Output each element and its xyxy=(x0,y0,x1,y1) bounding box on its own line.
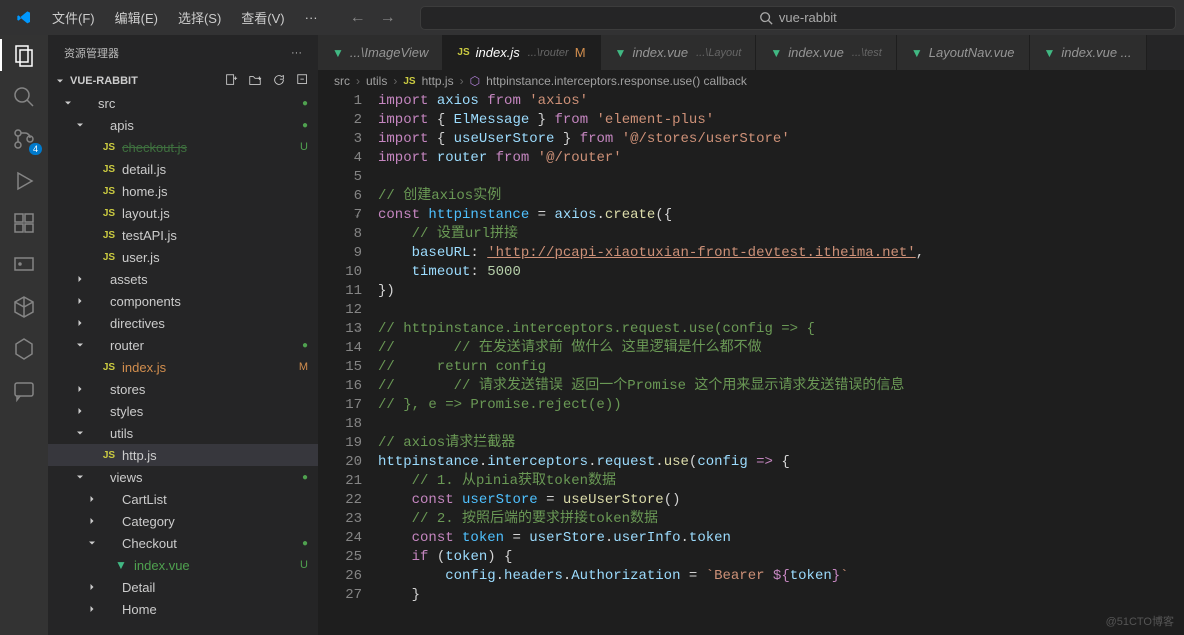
new-folder-icon[interactable] xyxy=(248,73,262,90)
folder-row[interactable]: Home xyxy=(48,598,318,620)
file-row[interactable]: JShome.js xyxy=(48,180,318,202)
bc-symbol[interactable]: httpinstance.interceptors.response.use()… xyxy=(486,74,747,88)
tabbar: ▼...\ImageViewJSindex.js...\router M▼ind… xyxy=(318,35,1184,70)
sidebar: 资源管理器 ··· VUE-RABBIT src●apis●JScheckout… xyxy=(48,35,318,635)
folder-row[interactable]: router● xyxy=(48,334,318,356)
menu-edit[interactable]: 编辑(E) xyxy=(107,4,166,31)
file-row[interactable]: JScheckout.jsU xyxy=(48,136,318,158)
folder-row[interactable]: components xyxy=(48,290,318,312)
folder-row[interactable]: Detail xyxy=(48,576,318,598)
activity-search[interactable] xyxy=(12,85,36,109)
menu-more[interactable]: ··· xyxy=(297,6,326,29)
editor-tab[interactable]: ▼index.vue...\Layout xyxy=(601,35,757,70)
folder-row[interactable]: Category xyxy=(48,510,318,532)
activity-cube[interactable] xyxy=(12,295,36,319)
titlebar: 文件(F) 编辑(E) 选择(S) 查看(V) ··· ← → vue-rabb… xyxy=(0,0,1184,35)
new-file-icon[interactable] xyxy=(224,73,238,90)
menu-view[interactable]: 查看(V) xyxy=(233,4,292,31)
vscode-logo xyxy=(16,10,32,26)
activity-debug[interactable] xyxy=(12,169,36,193)
folder-row[interactable]: views● xyxy=(48,466,318,488)
activity-comment[interactable] xyxy=(12,379,36,403)
bc-src[interactable]: src xyxy=(334,74,350,88)
folder-row[interactable]: utils xyxy=(48,422,318,444)
bc-file[interactable]: http.js xyxy=(422,74,454,88)
file-row[interactable]: JSlayout.js xyxy=(48,202,318,224)
folder-row[interactable]: assets xyxy=(48,268,318,290)
editor-tab[interactable]: ▼index.vue ... xyxy=(1030,35,1147,70)
bc-utils[interactable]: utils xyxy=(366,74,387,88)
nav-forward[interactable]: → xyxy=(380,9,396,27)
file-tree: src●apis●JScheckout.jsUJSdetail.jsJShome… xyxy=(48,92,318,635)
file-row[interactable]: JShttp.js xyxy=(48,444,318,466)
folder-row[interactable]: CartList xyxy=(48,488,318,510)
activity-hex[interactable] xyxy=(12,337,36,361)
editor-tab[interactable]: ▼index.vue...\test xyxy=(756,35,897,70)
search-bar[interactable]: vue-rabbit xyxy=(420,6,1176,30)
tree-root-header[interactable]: VUE-RABBIT xyxy=(48,70,318,92)
root-name: VUE-RABBIT xyxy=(70,75,138,87)
file-row[interactable]: JStestAPI.js xyxy=(48,224,318,246)
sidebar-title: 资源管理器 xyxy=(64,45,119,61)
sidebar-more[interactable]: ··· xyxy=(291,47,302,59)
file-row[interactable]: JSuser.js xyxy=(48,246,318,268)
editor-tab[interactable]: ▼...\ImageView xyxy=(318,35,443,70)
file-row[interactable]: ▼index.vueU xyxy=(48,554,318,576)
activity-remote[interactable] xyxy=(12,253,36,277)
file-row[interactable]: JSindex.jsM xyxy=(48,356,318,378)
search-text: vue-rabbit xyxy=(779,10,837,25)
watermark: @51CTO博客 xyxy=(1106,613,1174,629)
folder-row[interactable]: styles xyxy=(48,400,318,422)
collapse-icon[interactable] xyxy=(296,73,310,90)
code-area[interactable]: 1234567⌄8910111213⌄14151617181920⌄212223… xyxy=(318,92,1184,635)
activity-extensions[interactable] xyxy=(12,211,36,235)
menu-file[interactable]: 文件(F) xyxy=(44,4,103,31)
editor-tab[interactable]: JSindex.js...\router M xyxy=(443,35,600,70)
folder-row[interactable]: src● xyxy=(48,92,318,114)
menu-select[interactable]: 选择(S) xyxy=(170,4,229,31)
search-icon xyxy=(759,11,773,25)
activity-scm[interactable]: 4 xyxy=(12,127,36,151)
folder-row[interactable]: apis● xyxy=(48,114,318,136)
breadcrumb[interactable]: src› utils› JShttp.js› ⬡httpinstance.int… xyxy=(318,70,1184,92)
nav-back[interactable]: ← xyxy=(350,9,366,27)
editor-tab[interactable]: ▼LayoutNav.vue xyxy=(897,35,1030,70)
folder-row[interactable]: Checkout● xyxy=(48,532,318,554)
file-row[interactable]: JSdetail.js xyxy=(48,158,318,180)
folder-row[interactable]: stores xyxy=(48,378,318,400)
refresh-icon[interactable] xyxy=(272,73,286,90)
activity-explorer[interactable] xyxy=(12,43,36,67)
activitybar: 4 xyxy=(0,35,48,635)
editor-area: ▼...\ImageViewJSindex.js...\router M▼ind… xyxy=(318,35,1184,635)
folder-row[interactable]: directives xyxy=(48,312,318,334)
